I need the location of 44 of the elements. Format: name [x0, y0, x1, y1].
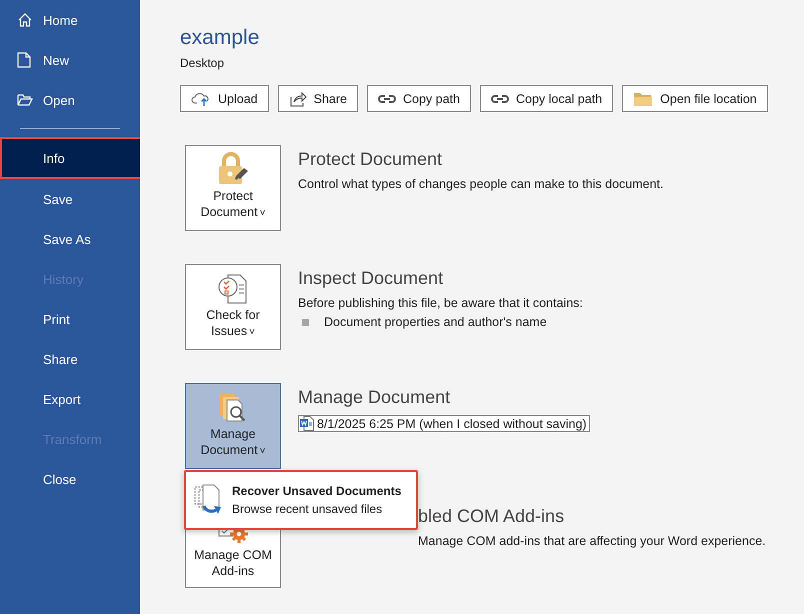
lock-key-icon — [216, 152, 250, 186]
sidebar-item[interactable]: Print — [0, 299, 140, 339]
sidebar-item[interactable]: Save — [0, 179, 140, 219]
section-title: Protect Document — [298, 149, 444, 170]
sidebar-item[interactable]: Save As — [0, 219, 140, 259]
sidebar-item[interactable]: Info — [0, 137, 142, 179]
bullet-text: Document properties and author's name — [324, 315, 547, 329]
sidebar-item[interactable]: Close — [0, 459, 140, 499]
bullet-icon — [302, 318, 309, 326]
menu-item-title: Recover Unsaved Documents — [232, 484, 402, 498]
share-icon — [288, 90, 307, 106]
home-icon — [17, 12, 33, 28]
action-button[interactable]: Open file location — [622, 85, 768, 112]
sidebar-item[interactable]: Share — [0, 339, 140, 379]
word-document-icon — [300, 416, 314, 431]
document-title: example — [180, 26, 260, 50]
cloud-upload-icon — [191, 90, 211, 106]
link-icon — [490, 94, 509, 104]
action-button[interactable]: Copy path — [366, 85, 471, 112]
version-link[interactable]: 8/1/2025 6:25 PM (when I closed without saving) — [298, 415, 590, 432]
documents-recover-icon — [194, 484, 224, 516]
section-title: bled COM Add-ins — [418, 506, 566, 527]
checklist-icon — [218, 273, 248, 305]
page-icon — [17, 52, 31, 68]
sidebar-item[interactable]: Export — [0, 379, 140, 419]
section-title: Manage Document — [298, 387, 452, 408]
section-description: Before publishing this file, be aware that it contains: — [298, 296, 583, 310]
tile-button[interactable]: Manage Document ˅ — [185, 383, 281, 469]
document-location: Desktop — [180, 56, 226, 70]
section-title: Inspect Document — [298, 268, 444, 289]
action-button[interactable]: Copy local path — [480, 85, 614, 112]
tile-button[interactable]: Protect Document ˅ — [185, 145, 281, 231]
action-button[interactable]: Share — [278, 85, 358, 112]
link-icon — [378, 94, 396, 104]
sidebar-item[interactable]: Open — [0, 80, 140, 120]
folder-icon — [17, 93, 33, 107]
sidebar-item[interactable]: New — [0, 40, 140, 80]
folder-icon — [633, 90, 654, 106]
tile-button[interactable]: Check for Issues ˅ — [185, 264, 281, 350]
recover-dropdown-menu[interactable]: Recover Unsaved Documents Browse recent unsaved files — [184, 470, 418, 530]
sidebar-item[interactable]: Home — [0, 0, 140, 40]
section-description: Control what types of changes people can make to this document. — [298, 177, 664, 191]
action-button[interactable]: Upload — [180, 85, 269, 112]
section-description: Manage COM add-ins that are affecting your Word experience. — [418, 534, 766, 548]
